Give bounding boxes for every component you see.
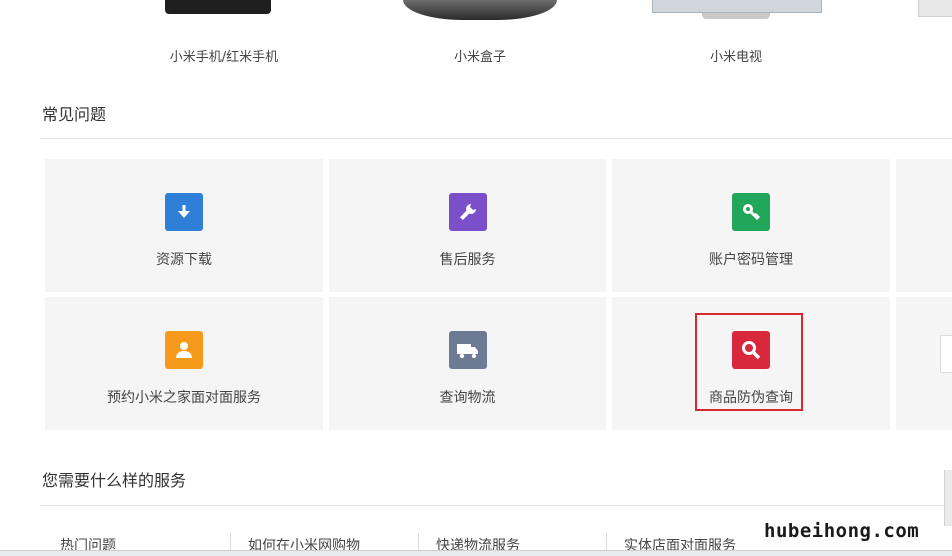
highlight-box bbox=[695, 313, 803, 411]
page-scrollbar[interactable] bbox=[944, 470, 952, 526]
faq-tile-partial[interactable] bbox=[896, 159, 952, 292]
truck-icon bbox=[448, 331, 487, 369]
service-section-title: 您需要什么样的服务 bbox=[42, 471, 187, 490]
faq-tile-label: 预约小米之家面对面服务 bbox=[107, 390, 261, 406]
wrench-icon bbox=[448, 193, 487, 231]
key-icon bbox=[732, 193, 770, 231]
faq-section-title: 常见问题 bbox=[42, 105, 107, 124]
product-label-phone[interactable]: 小米手机/红米手机 bbox=[124, 46, 324, 65]
faq-tile-label: 资源下载 bbox=[156, 252, 212, 268]
next-product-image[interactable] bbox=[918, 0, 952, 17]
tv-stand bbox=[702, 13, 770, 19]
faq-tile-after-sales[interactable]: 售后服务 bbox=[329, 159, 606, 292]
service-divider bbox=[40, 505, 952, 506]
faq-tile-logistics[interactable]: 查询物流 bbox=[329, 297, 606, 430]
download-icon bbox=[165, 193, 203, 231]
faq-tile-label: 查询物流 bbox=[439, 390, 496, 406]
watermark: hubeihong.com bbox=[762, 520, 922, 542]
carousel-next-button[interactable] bbox=[940, 335, 952, 373]
product-label-box[interactable]: 小米盒子 bbox=[380, 46, 580, 65]
faq-tile-account-password[interactable]: 账户密码管理 bbox=[612, 159, 890, 292]
faq-divider bbox=[40, 138, 952, 139]
box-product-image[interactable] bbox=[403, 0, 557, 20]
tv-product-image[interactable] bbox=[652, 0, 822, 13]
faq-tile-label: 售后服务 bbox=[439, 252, 496, 268]
person-icon bbox=[165, 331, 203, 369]
phone-product-image[interactable] bbox=[165, 0, 271, 14]
browser-status-bar bbox=[0, 550, 952, 556]
product-label-tv[interactable]: 小米电视 bbox=[636, 46, 836, 65]
faq-tile-label: 账户密码管理 bbox=[709, 252, 793, 268]
faq-tile-download[interactable]: 资源下载 bbox=[45, 159, 323, 292]
faq-tile-appointment[interactable]: 预约小米之家面对面服务 bbox=[45, 297, 323, 430]
